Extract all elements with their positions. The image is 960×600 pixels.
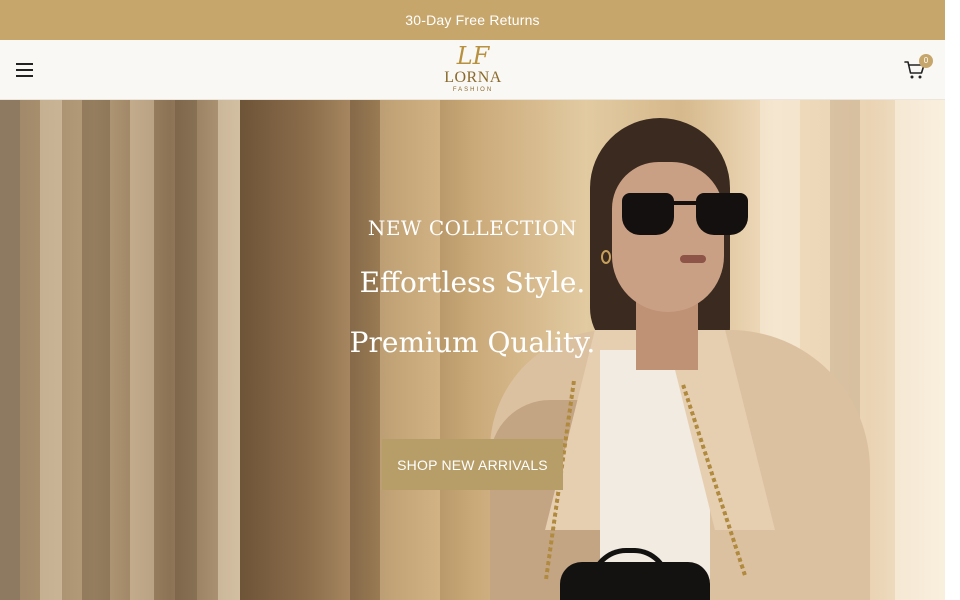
hero-banner: NEW COLLECTION Effortless Style. Premium… xyxy=(0,100,945,600)
logo-tagline: FASHION xyxy=(452,87,494,93)
logo-monogram: LF xyxy=(456,42,490,70)
brand-logo[interactable]: LF LORNA FASHION xyxy=(440,44,506,98)
hero-headline-line-1: Effortless Style. xyxy=(359,266,586,299)
hamburger-menu-icon[interactable] xyxy=(12,58,38,82)
page: 30-Day Free Returns LF LORNA FASHION 0 N… xyxy=(0,0,945,600)
announcement-text: 30-Day Free Returns xyxy=(405,12,540,28)
page-scrollbar[interactable] xyxy=(945,0,960,600)
logo-name: LORNA xyxy=(444,69,502,86)
cart-count-badge: 0 xyxy=(919,54,933,68)
shop-new-arrivals-button[interactable]: SHOP NEW ARRIVALS xyxy=(382,439,563,490)
hero-headline-line-2: Premium Quality. xyxy=(349,326,596,359)
announcement-bar: 30-Day Free Returns xyxy=(0,0,945,40)
hero-eyebrow: NEW COLLECTION xyxy=(367,216,578,240)
cart-button[interactable]: 0 xyxy=(900,54,936,86)
site-header: LF LORNA FASHION xyxy=(0,40,945,100)
